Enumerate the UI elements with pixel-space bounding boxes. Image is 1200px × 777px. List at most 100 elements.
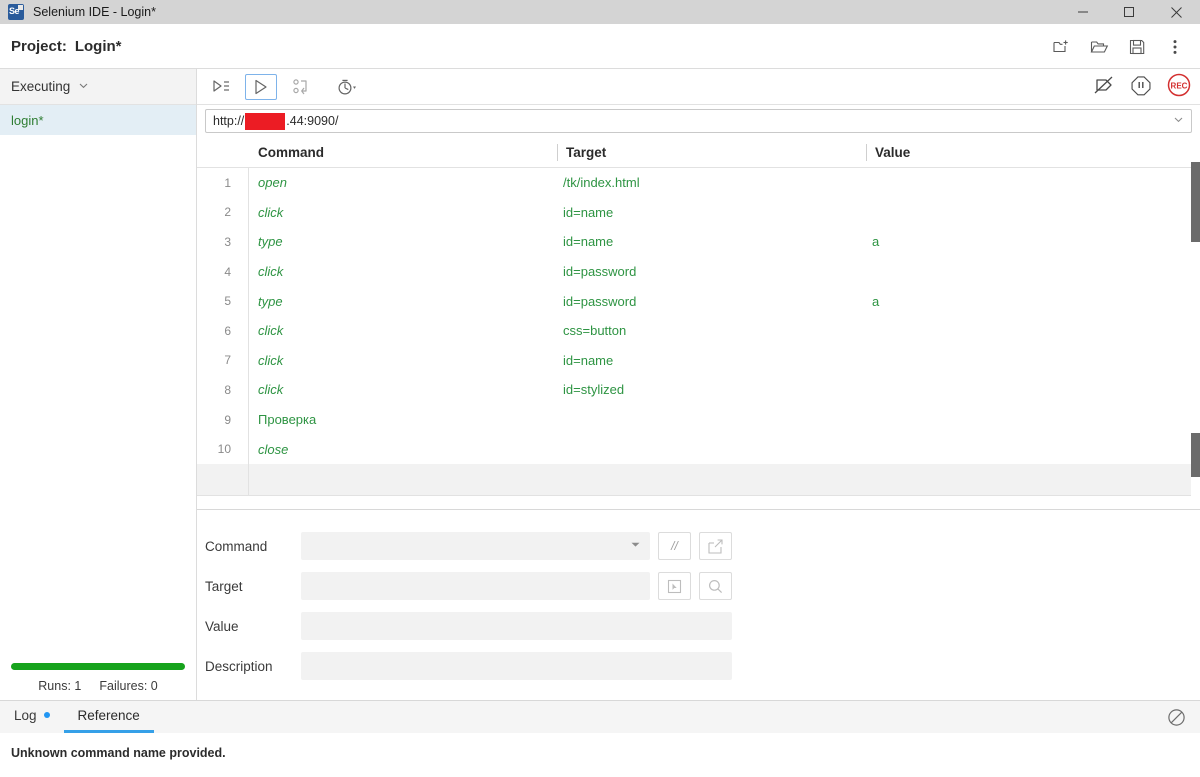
- run-current-test-button[interactable]: [245, 73, 277, 100]
- row-number: 8: [224, 382, 231, 397]
- runs-count: Runs: 1: [38, 679, 82, 693]
- command-table-header: Command Target Value: [197, 137, 1200, 168]
- column-header-value[interactable]: Value: [875, 145, 910, 160]
- select-target-icon[interactable]: [658, 572, 691, 601]
- svg-text:REC: REC: [1171, 81, 1188, 90]
- row-target[interactable]: id=name: [563, 205, 613, 220]
- row-target[interactable]: id=password: [563, 264, 636, 279]
- row-target[interactable]: id=stylized: [563, 382, 624, 397]
- column-header-command[interactable]: Command: [258, 145, 324, 160]
- row-command[interactable]: type: [258, 234, 283, 249]
- row-value[interactable]: a: [872, 234, 879, 249]
- base-url-text: http:// .44:9090/: [213, 112, 339, 130]
- test-list: login*: [0, 105, 196, 663]
- description-field-label: Description: [205, 658, 273, 674]
- description-input[interactable]: [301, 652, 732, 681]
- row-target[interactable]: /tk/index.html: [563, 175, 640, 190]
- row-command[interactable]: close: [258, 442, 288, 457]
- tab-reference-label: Reference: [77, 707, 140, 723]
- command-field-row: Command //: [197, 526, 1200, 566]
- sidebar-header[interactable]: Executing: [0, 69, 196, 105]
- chevron-down-icon[interactable]: [1173, 112, 1184, 130]
- target-field-label: Target: [205, 578, 243, 594]
- save-project-icon[interactable]: [1118, 24, 1156, 69]
- open-project-icon[interactable]: [1080, 24, 1118, 69]
- value-field-row: Value: [197, 606, 1200, 646]
- table-row-empty[interactable]: [197, 463, 1200, 495]
- main-panel: REC http:// .44:9090/ Command Target Val…: [197, 69, 1200, 700]
- row-value[interactable]: a: [872, 294, 879, 309]
- sidebar-footer: Runs: 1 Failures: 0: [0, 663, 196, 700]
- tab-log[interactable]: Log: [0, 700, 64, 733]
- window-controls: [1060, 0, 1200, 24]
- column-header-target[interactable]: Target: [566, 145, 606, 160]
- test-list-item-label: login*: [11, 112, 44, 128]
- table-row[interactable]: 10 close: [197, 434, 1200, 464]
- table-row[interactable]: 9 Проверка: [197, 404, 1200, 435]
- command-table-rows: 1 open/tk/index.html 2 click id=name 3 type id=…: [197, 168, 1200, 495]
- row-number: 4: [224, 264, 231, 279]
- search-icon[interactable]: [699, 572, 732, 601]
- open-external-icon[interactable]: [699, 532, 732, 561]
- run-all-tests-button[interactable]: [205, 74, 237, 100]
- row-command[interactable]: click: [258, 205, 283, 220]
- row-target[interactable]: id=name: [563, 353, 613, 368]
- row-command[interactable]: click: [258, 323, 283, 338]
- run-stats: Runs: 1 Failures: 0: [0, 679, 196, 693]
- table-row[interactable]: 4 click id=password: [197, 256, 1200, 287]
- row-command[interactable]: click: [258, 353, 283, 368]
- row-command[interactable]: type: [258, 294, 283, 309]
- comment-toggle-button[interactable]: //: [658, 532, 691, 561]
- close-icon[interactable]: [1152, 0, 1200, 24]
- base-url-suffix: .44:9090/: [286, 114, 339, 128]
- command-table-scrollbar[interactable]: [1191, 137, 1200, 510]
- row-number: 9: [224, 412, 231, 427]
- title-bar: Se Selenium IDE - Login*: [0, 0, 1200, 24]
- row-command[interactable]: click: [258, 382, 283, 397]
- row-target[interactable]: id=password: [563, 294, 636, 309]
- table-row[interactable]: 2 click id=name: [197, 197, 1200, 228]
- row-command[interactable]: Проверка: [258, 412, 316, 427]
- command-editor-panel: Command // Target Value Description: [197, 509, 1200, 700]
- bottom-panel: Log Reference Unknown command name provi…: [0, 700, 1200, 777]
- minimize-icon[interactable]: [1060, 0, 1106, 24]
- command-input[interactable]: [301, 532, 650, 561]
- target-input[interactable]: [301, 572, 650, 601]
- row-target[interactable]: id=name: [563, 234, 613, 249]
- comment-button-label: //: [671, 539, 678, 554]
- row-target[interactable]: css=button: [563, 323, 626, 338]
- playback-toolbar: REC: [197, 69, 1200, 105]
- reference-message: Unknown command name provided.: [11, 746, 226, 760]
- more-options-icon[interactable]: [1156, 24, 1194, 69]
- row-command[interactable]: click: [258, 264, 283, 279]
- disable-breakpoints-icon[interactable]: [1092, 74, 1116, 101]
- project-label: Project:: [11, 37, 67, 55]
- pause-icon[interactable]: [1130, 74, 1152, 101]
- new-project-icon[interactable]: [1042, 24, 1080, 69]
- toolbar-right-actions: REC: [1092, 69, 1192, 105]
- failures-count: Failures: 0: [99, 679, 158, 693]
- value-input[interactable]: [301, 612, 732, 641]
- test-list-item-login[interactable]: login*: [0, 105, 196, 135]
- table-row[interactable]: 6 click css=button: [197, 315, 1200, 346]
- target-field-row: Target: [197, 566, 1200, 606]
- test-speed-button[interactable]: [331, 74, 363, 100]
- table-row[interactable]: 1 open/tk/index.html: [197, 168, 1200, 198]
- table-row[interactable]: 8 click id=stylized: [197, 375, 1200, 405]
- maximize-icon[interactable]: [1106, 0, 1152, 24]
- row-number: 7: [224, 353, 231, 368]
- table-row[interactable]: 3 type id=name a: [197, 227, 1200, 257]
- base-url-input[interactable]: http:// .44:9090/: [205, 109, 1192, 133]
- clear-log-icon[interactable]: [1167, 708, 1186, 732]
- table-row[interactable]: 5 type id=password a: [197, 286, 1200, 316]
- sidebar-header-label: Executing: [11, 79, 71, 94]
- record-icon[interactable]: REC: [1166, 72, 1192, 103]
- redacted-host-block: [245, 112, 286, 130]
- tab-reference[interactable]: Reference: [63, 700, 154, 733]
- project-name: Login*: [74, 37, 122, 55]
- table-row[interactable]: 7 click id=name: [197, 345, 1200, 376]
- value-field-label: Value: [205, 618, 239, 634]
- row-command[interactable]: open: [258, 175, 287, 190]
- command-table: Command Target Value 1 open/tk/index.html…: [197, 137, 1200, 510]
- step-over-button[interactable]: [285, 74, 317, 100]
